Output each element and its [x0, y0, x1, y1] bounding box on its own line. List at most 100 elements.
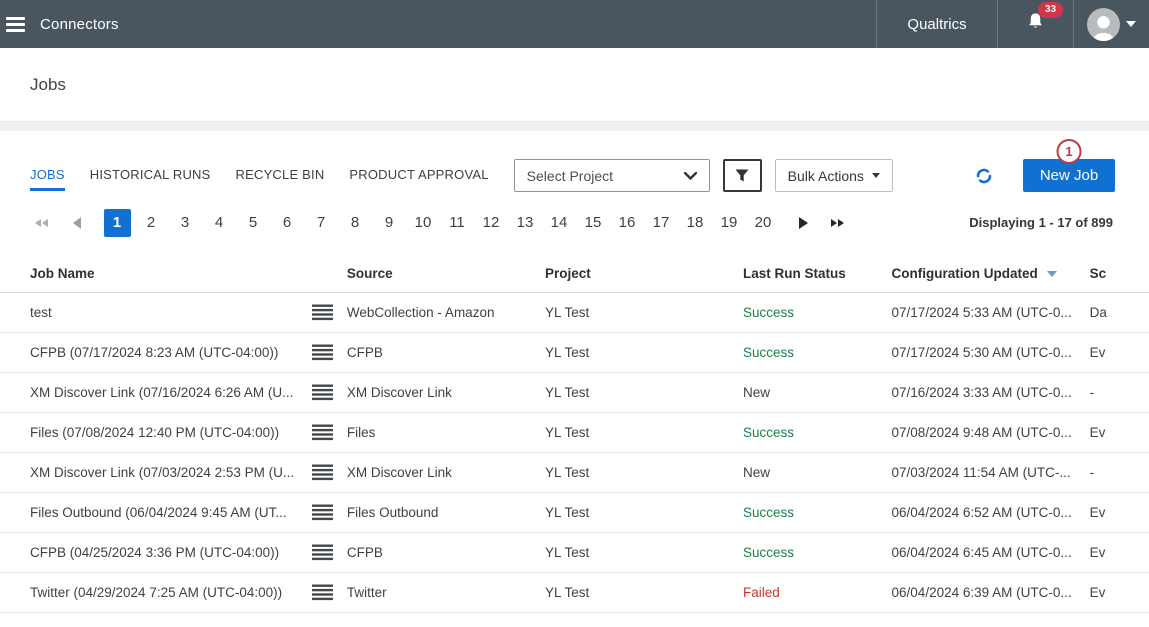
page-number[interactable]: 12: [478, 209, 505, 237]
table-row[interactable]: CFPB (04/25/2024 3:36 PM (UTC-04:00)) CF…: [0, 533, 1149, 573]
updated-cell: 06/04/2024 6:39 AM (UTC-0...: [892, 585, 1090, 600]
schedule-cell: -: [1090, 385, 1149, 400]
page-number[interactable]: 7: [308, 209, 335, 237]
first-page-button[interactable]: [30, 209, 52, 237]
schedule-cell: Da: [1090, 305, 1149, 320]
schedule-cell: -: [1090, 465, 1149, 480]
row-menu-button[interactable]: [310, 582, 335, 603]
page-number[interactable]: 3: [172, 209, 199, 237]
job-name-cell: XM Discover Link (07/16/2024 6:26 AM (U.…: [30, 385, 310, 400]
source-cell: Files: [347, 425, 545, 440]
page-number[interactable]: 9: [376, 209, 403, 237]
row-menu-icon: [312, 344, 333, 361]
pagination-summary: Displaying 1 - 17 of 899: [969, 215, 1113, 230]
status-cell: New: [743, 465, 892, 480]
table-row[interactable]: Files (07/08/2024 12:40 PM (UTC-04:00)) …: [0, 413, 1149, 453]
updated-cell: 07/17/2024 5:33 AM (UTC-0...: [892, 305, 1090, 320]
updated-cell: 06/04/2024 6:45 AM (UTC-0...: [892, 545, 1090, 560]
toolbar: JOBS HISTORICAL RUNS RECYCLE BIN PRODUCT AP…: [0, 159, 1149, 192]
schedule-cell: Ev: [1090, 425, 1149, 440]
page-number[interactable]: 8: [342, 209, 369, 237]
row-menu-button[interactable]: [310, 462, 335, 483]
project-cell: YL Test: [545, 545, 743, 560]
job-name-cell: Twitter (04/29/2024 7:25 AM (UTC-04:00)): [30, 585, 310, 600]
tab-product-approval[interactable]: PRODUCT APPROVAL: [349, 167, 488, 191]
page-number[interactable]: 4: [206, 209, 233, 237]
header-project[interactable]: Project: [545, 266, 743, 281]
page-number[interactable]: 10: [410, 209, 437, 237]
chevron-down-icon: [1126, 21, 1136, 27]
header-last-run-status[interactable]: Last Run Status: [743, 266, 892, 281]
page-numbers: 1234567891011121314151617181920: [100, 209, 780, 237]
row-menu-button[interactable]: [310, 342, 335, 363]
page-number[interactable]: 19: [716, 209, 743, 237]
previous-page-button[interactable]: [66, 209, 88, 237]
header-job-name[interactable]: Job Name: [30, 266, 310, 281]
page-number[interactable]: 13: [512, 209, 539, 237]
pagination: 1234567891011121314151617181920 Displayi…: [0, 208, 1149, 237]
header-configuration-updated[interactable]: Configuration Updated: [892, 266, 1090, 281]
filter-button[interactable]: [723, 159, 762, 192]
project-cell: YL Test: [545, 345, 743, 360]
notifications-button[interactable]: 33: [997, 0, 1073, 48]
page-number[interactable]: 20: [750, 209, 777, 237]
source-cell: CFPB: [347, 545, 545, 560]
page-number[interactable]: 5: [240, 209, 267, 237]
row-menu-button[interactable]: [310, 422, 335, 443]
bulk-actions-button[interactable]: Bulk Actions: [775, 159, 893, 192]
status-cell: Success: [743, 545, 892, 560]
row-menu-button[interactable]: [310, 502, 335, 523]
page-number[interactable]: 1: [104, 209, 131, 237]
table-row[interactable]: Files Outbound (06/04/2024 9:45 AM (UT..…: [0, 493, 1149, 533]
row-menu-icon: [312, 544, 333, 561]
project-select-value: Select Project: [527, 168, 613, 184]
tabs: JOBSHISTORICAL RUNSRECYCLE BINPRODUCT AP…: [30, 167, 489, 185]
funnel-icon: [734, 168, 750, 183]
page-number[interactable]: 17: [648, 209, 675, 237]
row-menu-icon: [312, 424, 333, 441]
page-number[interactable]: 2: [138, 209, 165, 237]
next-page-button[interactable]: [792, 209, 814, 237]
page-number[interactable]: 11: [444, 209, 471, 237]
schedule-cell: Ev: [1090, 345, 1149, 360]
table-row[interactable]: CFPB (07/17/2024 8:23 AM (UTC-04:00)) CF…: [0, 333, 1149, 373]
status-cell: Success: [743, 305, 892, 320]
row-menu-button[interactable]: [310, 382, 335, 403]
bulk-actions-label: Bulk Actions: [788, 168, 864, 184]
project-select[interactable]: Select Project: [514, 159, 710, 192]
schedule-cell: Ev: [1090, 505, 1149, 520]
page-number[interactable]: 18: [682, 209, 709, 237]
page-title: Jobs: [30, 75, 66, 95]
page-number[interactable]: 16: [614, 209, 641, 237]
page-number[interactable]: 14: [546, 209, 573, 237]
page-number[interactable]: 6: [274, 209, 301, 237]
updated-cell: 07/03/2024 11:54 AM (UTC-...: [892, 465, 1090, 480]
tab-historical-runs[interactable]: HISTORICAL RUNS: [90, 167, 211, 191]
tab-recycle-bin[interactable]: RECYCLE BIN: [236, 167, 325, 191]
source-cell: XM Discover Link: [347, 385, 545, 400]
section-divider: [0, 121, 1149, 131]
notification-count-badge: 33: [1038, 2, 1063, 18]
status-cell: Success: [743, 345, 892, 360]
table-row[interactable]: XM Discover Link (07/16/2024 6:26 AM (U.…: [0, 373, 1149, 413]
row-menu-button[interactable]: [310, 542, 335, 563]
page-number[interactable]: 15: [580, 209, 607, 237]
table-body: test WebCollection - Amazon YL Test Succ…: [0, 293, 1149, 613]
job-name-cell: XM Discover Link (07/03/2024 2:53 PM (U.…: [30, 465, 310, 480]
header-schedule[interactable]: Sc: [1090, 266, 1149, 281]
refresh-button[interactable]: [975, 167, 993, 185]
header-source[interactable]: Source: [347, 266, 545, 281]
user-menu-button[interactable]: [1073, 0, 1149, 48]
table-row[interactable]: test WebCollection - Amazon YL Test Succ…: [0, 293, 1149, 333]
row-menu-icon: [312, 384, 333, 401]
sort-descending-icon: [1047, 271, 1057, 277]
status-cell: Success: [743, 425, 892, 440]
annotation-badge: 1: [1057, 139, 1082, 164]
last-page-button[interactable]: [826, 209, 848, 237]
source-cell: Twitter: [347, 585, 545, 600]
table-row[interactable]: Twitter (04/29/2024 7:25 AM (UTC-04:00))…: [0, 573, 1149, 613]
project-cell: YL Test: [545, 585, 743, 600]
table-row[interactable]: XM Discover Link (07/03/2024 2:53 PM (U.…: [0, 453, 1149, 493]
tab-jobs[interactable]: JOBS: [30, 167, 65, 191]
row-menu-button[interactable]: [310, 302, 335, 323]
